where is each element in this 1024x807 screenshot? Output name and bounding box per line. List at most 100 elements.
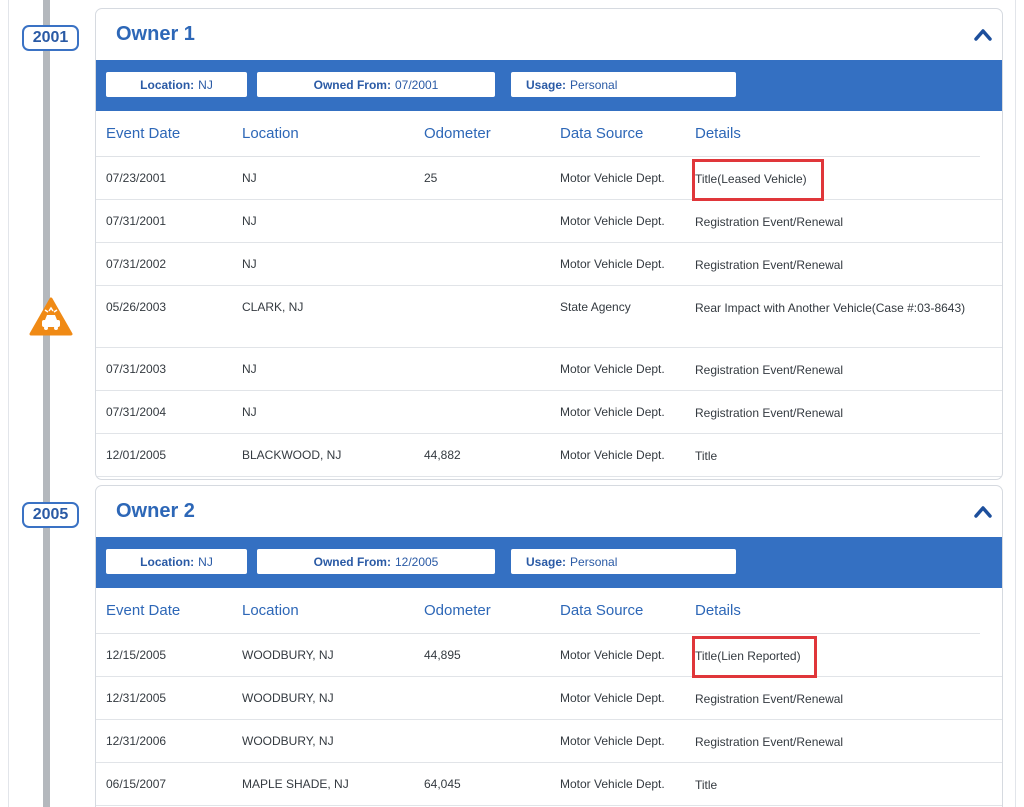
odometer: 25: [424, 171, 438, 185]
event-date: 06/15/2007: [106, 777, 167, 791]
location-value: NJ: [198, 77, 213, 92]
highlight-box: [692, 159, 824, 201]
owner-title: Owner 2: [116, 500, 195, 522]
odometer: 44,882: [424, 448, 461, 462]
owner-summary-bar: Location: NJ Owned From: 12/2005 Usage: …: [96, 537, 1002, 588]
column-headers: Event Date Location Odometer Data Source…: [96, 111, 980, 157]
chevron-up-icon[interactable]: [974, 504, 992, 518]
location: NJ: [242, 171, 257, 185]
odometer: 44,895: [424, 648, 461, 662]
owner-card-2: Owner 2 Location: NJ Owned From: 12/2005…: [95, 485, 1003, 807]
location: NJ: [242, 362, 257, 376]
frame-edge-left: [0, 0, 9, 807]
usage-value: Personal: [570, 77, 618, 92]
location: NJ: [242, 214, 257, 228]
location: NJ: [242, 405, 257, 419]
owned-from-pill: Owned From: 07/2001: [257, 72, 495, 97]
data-source: Motor Vehicle Dept.: [560, 362, 665, 376]
owner-header: Owner 2: [96, 486, 1002, 537]
column-header-location: Location: [242, 125, 299, 142]
location: BLACKWOOD, NJ: [242, 448, 342, 462]
chevron-up-icon[interactable]: [974, 27, 992, 41]
event-date: 12/15/2005: [106, 648, 167, 662]
event-date: 12/31/2006: [106, 734, 167, 748]
table-row: 07/31/2003 NJ Motor Vehicle Dept. Regist…: [96, 348, 1002, 391]
table-row: 12/31/2006 WOODBURY, NJ Motor Vehicle De…: [96, 720, 1002, 763]
data-source: Motor Vehicle Dept.: [560, 777, 665, 791]
column-header-details: Details: [695, 125, 741, 142]
usage-label: Usage:: [526, 554, 567, 569]
data-source: Motor Vehicle Dept.: [560, 171, 665, 185]
owned-from-label: Owned From:: [313, 554, 391, 569]
table-row: 12/15/2005 WOODBURY, NJ 44,895 Motor Veh…: [96, 634, 1002, 677]
column-headers: Event Date Location Odometer Data Source…: [96, 588, 980, 634]
column-header-event-date: Event Date: [106, 602, 181, 619]
details: Registration Event/Renewal: [695, 258, 844, 272]
event-date: 12/31/2005: [106, 691, 167, 705]
location-pill: Location: NJ: [106, 549, 247, 574]
table-row: 12/01/2005 BLACKWOOD, NJ 44,882 Motor Ve…: [96, 434, 1002, 477]
owned-from-pill: Owned From: 12/2005: [257, 549, 495, 574]
location: NJ: [242, 257, 257, 271]
year-badge: 2001: [22, 25, 79, 51]
table-row: 07/31/2002 NJ Motor Vehicle Dept. Regist…: [96, 243, 1002, 286]
details: Title: [695, 449, 718, 463]
details: Registration Event/Renewal: [695, 363, 844, 377]
data-source: Motor Vehicle Dept.: [560, 214, 665, 228]
odometer: 64,045: [424, 777, 461, 791]
details: Registration Event/Renewal: [695, 735, 844, 749]
column-header-event-date: Event Date: [106, 125, 181, 142]
owned-from-value: 07/2001: [394, 77, 439, 92]
location: WOODBURY, NJ: [242, 734, 334, 748]
table-row: 05/26/2003 CLARK, NJ State Agency Rear I…: [96, 286, 1002, 348]
vehicle-history-page: 2001 2005 Owner 1 Location: NJ Owned Fro…: [0, 0, 1024, 807]
data-source: Motor Vehicle Dept.: [560, 691, 665, 705]
column-header-odometer: Odometer: [424, 125, 491, 142]
location-pill: Location: NJ: [106, 72, 247, 97]
event-date: 07/31/2002: [106, 257, 167, 271]
year-badge: 2005: [22, 502, 79, 528]
data-source: Motor Vehicle Dept.: [560, 448, 665, 462]
data-source: Motor Vehicle Dept.: [560, 734, 665, 748]
column-header-data-source: Data Source: [560, 602, 644, 619]
column-header-data-source: Data Source: [560, 125, 644, 142]
event-date: 05/26/2003: [106, 300, 167, 314]
owner-header: Owner 1: [96, 9, 1002, 60]
location: MAPLE SHADE, NJ: [242, 777, 349, 791]
column-header-location: Location: [242, 602, 299, 619]
location: WOODBURY, NJ: [242, 691, 334, 705]
usage-pill: Usage: Personal: [511, 549, 736, 574]
event-date: 07/31/2003: [106, 362, 167, 376]
table-row: 07/31/2004 NJ Motor Vehicle Dept. Regist…: [96, 391, 1002, 434]
details: Registration Event/Renewal: [695, 215, 844, 229]
location-value: NJ: [198, 554, 213, 569]
data-source: Motor Vehicle Dept.: [560, 405, 665, 419]
usage-value: Personal: [570, 554, 618, 569]
event-date: 07/31/2001: [106, 214, 167, 228]
data-source: Motor Vehicle Dept.: [560, 257, 665, 271]
highlight-box: [692, 636, 817, 678]
details: Title: [695, 778, 718, 792]
details: Registration Event/Renewal: [695, 406, 844, 420]
owner-card-1: Owner 1 Location: NJ Owned From: 07/2001…: [95, 8, 1003, 480]
event-date: 12/01/2005: [106, 448, 167, 462]
location: CLARK, NJ: [242, 300, 304, 314]
event-date: 07/23/2001: [106, 171, 167, 185]
car-crash-icon[interactable]: [29, 297, 73, 337]
location: WOODBURY, NJ: [242, 648, 334, 662]
usage-pill: Usage: Personal: [511, 72, 736, 97]
table-row: 07/31/2001 NJ Motor Vehicle Dept. Regist…: [96, 200, 1002, 243]
timeline-line: [43, 0, 50, 807]
data-source: State Agency: [560, 300, 631, 314]
event-date: 07/31/2004: [106, 405, 167, 419]
usage-label: Usage:: [526, 77, 567, 92]
frame-edge-right: [1015, 0, 1024, 807]
column-header-odometer: Odometer: [424, 602, 491, 619]
table-row: 12/31/2005 WOODBURY, NJ Motor Vehicle De…: [96, 677, 1002, 720]
location-label: Location:: [140, 77, 195, 92]
table-row: 06/15/2007 MAPLE SHADE, NJ 64,045 Motor …: [96, 763, 1002, 806]
owned-from-label: Owned From:: [313, 77, 391, 92]
owned-from-value: 12/2005: [394, 554, 439, 569]
details: Registration Event/Renewal: [695, 692, 844, 706]
column-header-details: Details: [695, 602, 741, 619]
